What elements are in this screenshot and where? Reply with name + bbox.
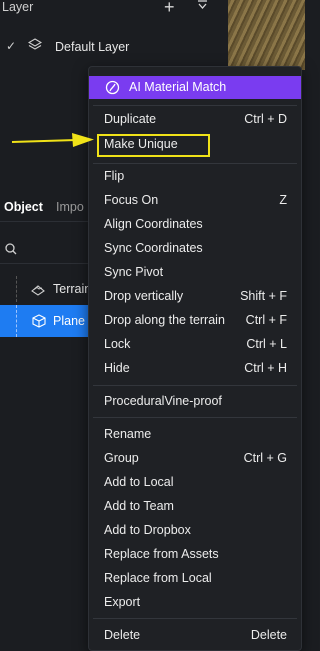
tree-guide-line	[16, 276, 17, 302]
menu-item-group[interactable]: Group Ctrl + G	[89, 448, 301, 470]
menu-item-shortcut: Shift + F	[240, 289, 287, 303]
tree-item-label: Terrain	[53, 282, 92, 296]
menu-item-shortcut: Ctrl + F	[245, 313, 287, 327]
menu-item-shortcut: Ctrl + G	[243, 451, 287, 465]
menu-item-shortcut: Z	[279, 193, 287, 207]
menu-item-export[interactable]: Export	[89, 592, 301, 614]
layers-icon	[28, 38, 42, 50]
object-panel-tabs: Object Impo	[0, 192, 100, 222]
menu-item-shortcut: Ctrl + L	[246, 337, 287, 351]
menu-item-label: Align Coordinates	[104, 217, 203, 231]
menu-item-shortcut: Delete	[250, 628, 287, 642]
menu-item-focus-on[interactable]: Focus On Z	[89, 190, 301, 212]
menu-item-label: Replace from Local	[104, 571, 212, 585]
menu-item-label: Lock	[104, 337, 131, 351]
ai-material-match-label: AI Material Match	[129, 80, 227, 94]
menu-item-label: ProceduralVine-proof	[104, 394, 222, 408]
cube-icon	[32, 314, 46, 328]
ai-material-icon	[105, 80, 120, 95]
menu-item-label: Rename	[104, 427, 152, 441]
menu-item-replace-from-assets[interactable]: Replace from Assets	[89, 544, 301, 566]
menu-item-shortcut: Ctrl + D	[244, 112, 287, 126]
annotation-arrow-icon	[11, 133, 94, 147]
tab-object[interactable]: Object	[4, 200, 43, 214]
menu-item-align-coordinates[interactable]: Align Coordinates	[89, 214, 301, 236]
menu-item-replace-from-local[interactable]: Replace from Local	[89, 568, 301, 590]
menu-item-label: Export	[104, 595, 141, 609]
menu-item-label: Duplicate	[104, 112, 157, 126]
menu-item-label: Group	[104, 451, 139, 465]
tab-import[interactable]: Impo	[56, 200, 84, 214]
menu-item-label: Add to Team	[104, 499, 174, 513]
check-icon[interactable]: ✓	[6, 39, 16, 53]
menu-item-add-to-local[interactable]: Add to Local	[89, 472, 301, 494]
menu-item-sync-coordinates[interactable]: Sync Coordinates	[89, 238, 301, 260]
layer-panel-title: Layer	[2, 0, 34, 14]
menu-separator	[93, 163, 297, 164]
menu-item-label: Hide	[104, 361, 130, 375]
tree-item-label: Plane	[53, 314, 85, 328]
menu-item-label: Add to Local	[104, 475, 174, 489]
menu-separator	[93, 385, 297, 386]
menu-item-rename[interactable]: Rename	[89, 424, 301, 446]
menu-item-duplicate[interactable]: Duplicate Ctrl + D	[89, 109, 301, 131]
menu-item-add-to-dropbox[interactable]: Add to Dropbox	[89, 520, 301, 542]
context-menu: AI Material Match Duplicate Ctrl + D Mak…	[88, 66, 302, 651]
menu-item-add-to-team[interactable]: Add to Team	[89, 496, 301, 518]
menu-item-label: Focus On	[104, 193, 159, 207]
menu-separator	[93, 105, 297, 106]
menu-item-label: Flip	[104, 169, 125, 183]
terrain-icon	[31, 285, 45, 296]
menu-item-delete[interactable]: Delete Delete	[89, 625, 301, 647]
menu-item-label: Replace from Assets	[104, 547, 219, 561]
ai-material-match-button[interactable]: AI Material Match	[89, 76, 301, 99]
tree-item-terrain[interactable]: Terrain	[0, 276, 100, 302]
menu-item-shortcut: Ctrl + H	[244, 361, 287, 375]
layer-name: Default Layer	[55, 40, 130, 54]
menu-item-label: Add to Dropbox	[104, 523, 191, 537]
menu-item-drop-vertically[interactable]: Drop vertically Shift + F	[89, 286, 301, 308]
tree-guide-line	[16, 305, 17, 337]
menu-item-label: Sync Pivot	[104, 265, 164, 279]
viewport-terrain-preview	[228, 0, 305, 70]
menu-item-flip[interactable]: Flip	[89, 166, 301, 188]
menu-item-label: Drop along the terrain	[104, 313, 225, 327]
search-icon	[5, 243, 17, 255]
menu-item-label: Delete	[104, 628, 141, 642]
menu-item-proceduralvine[interactable]: ProceduralVine-proof	[89, 391, 301, 413]
menu-item-lock[interactable]: Lock Ctrl + L	[89, 334, 301, 356]
menu-item-drop-along-terrain[interactable]: Drop along the terrain Ctrl + F	[89, 310, 301, 332]
tree-item-plane[interactable]: Plane	[0, 305, 100, 337]
chevron-down-icon[interactable]	[197, 0, 208, 13]
menu-item-sync-pivot[interactable]: Sync Pivot	[89, 262, 301, 284]
menu-separator	[93, 417, 297, 418]
annotation-highlight-box	[97, 134, 210, 157]
add-layer-icon[interactable]: +	[164, 0, 175, 18]
layer-panel-header: Layer +	[0, 0, 228, 18]
object-search-bar[interactable]	[0, 236, 100, 264]
menu-separator	[93, 618, 297, 619]
layer-row-default[interactable]: ✓ Default Layer	[0, 36, 228, 60]
menu-item-label: Drop vertically	[104, 289, 184, 303]
menu-item-label: Sync Coordinates	[104, 241, 203, 255]
menu-item-hide[interactable]: Hide Ctrl + H	[89, 358, 301, 380]
